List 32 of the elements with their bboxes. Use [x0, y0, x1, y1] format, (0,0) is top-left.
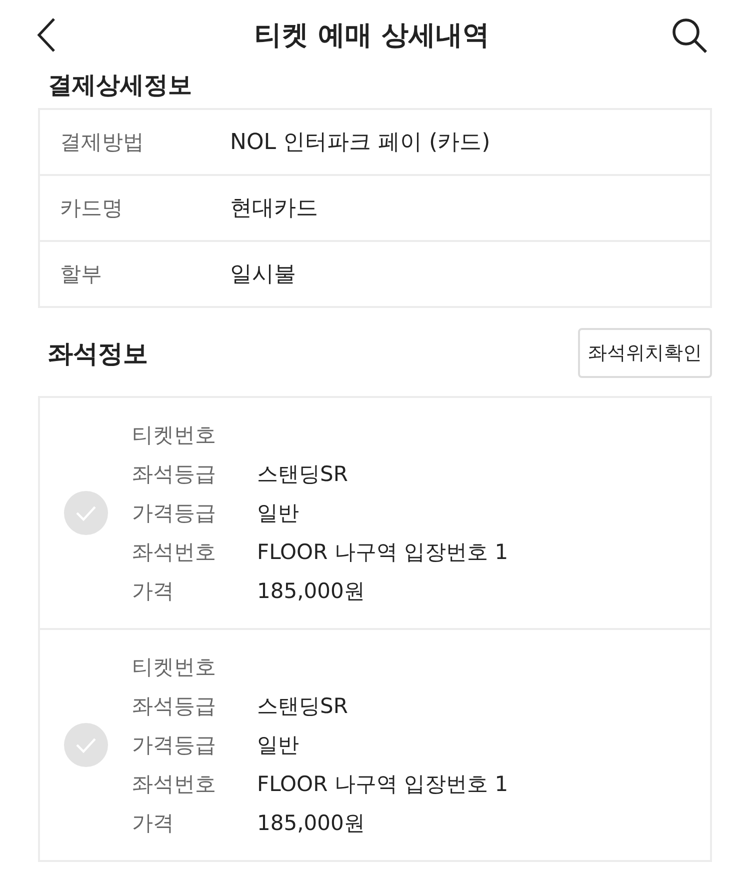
page-title: 티켓 예매 상세내역 [254, 19, 490, 53]
field-label: 가격등급 [132, 500, 217, 527]
field-label: 가격등급 [132, 732, 217, 759]
field-value: 일시불 [230, 261, 296, 289]
field-value: FLOOR 나구역 입장번호 1 [257, 539, 508, 566]
field-value: 185,000원 [257, 810, 365, 837]
check-circle-icon[interactable] [64, 723, 108, 767]
section-heading: 결제상세정보 [48, 70, 193, 100]
field-label: 가격 [132, 578, 175, 605]
field-label: 할부 [59, 261, 103, 288]
field-label: 카드명 [59, 195, 124, 222]
field-label: 좌석번호 [132, 771, 217, 798]
search-icon[interactable] [670, 16, 708, 54]
field-value: 스탠딩SR [257, 461, 348, 488]
section-heading: 좌석정보 [48, 338, 148, 370]
seat-location-button[interactable]: 좌석위치확인 [578, 328, 712, 378]
check-circle-icon[interactable] [64, 491, 108, 535]
field-value: NOL 인터파크 페이 (카드) [230, 129, 490, 157]
field-value: 스탠딩SR [257, 693, 348, 720]
back-icon[interactable] [36, 17, 56, 53]
field-label: 좌석등급 [132, 693, 217, 720]
field-value: FLOOR 나구역 입장번호 1 [257, 771, 508, 798]
field-label: 결제방법 [59, 129, 145, 156]
field-label: 티켓번호 [132, 422, 217, 449]
field-value: 185,000원 [257, 578, 365, 605]
field-label: 좌석번호 [132, 539, 217, 566]
field-label: 가격 [132, 810, 175, 837]
field-value: 일반 [257, 500, 299, 527]
field-value: 현대카드 [230, 195, 318, 223]
field-value: 일반 [257, 732, 299, 759]
field-label: 좌석등급 [132, 461, 217, 488]
field-label: 티켓번호 [132, 654, 217, 681]
